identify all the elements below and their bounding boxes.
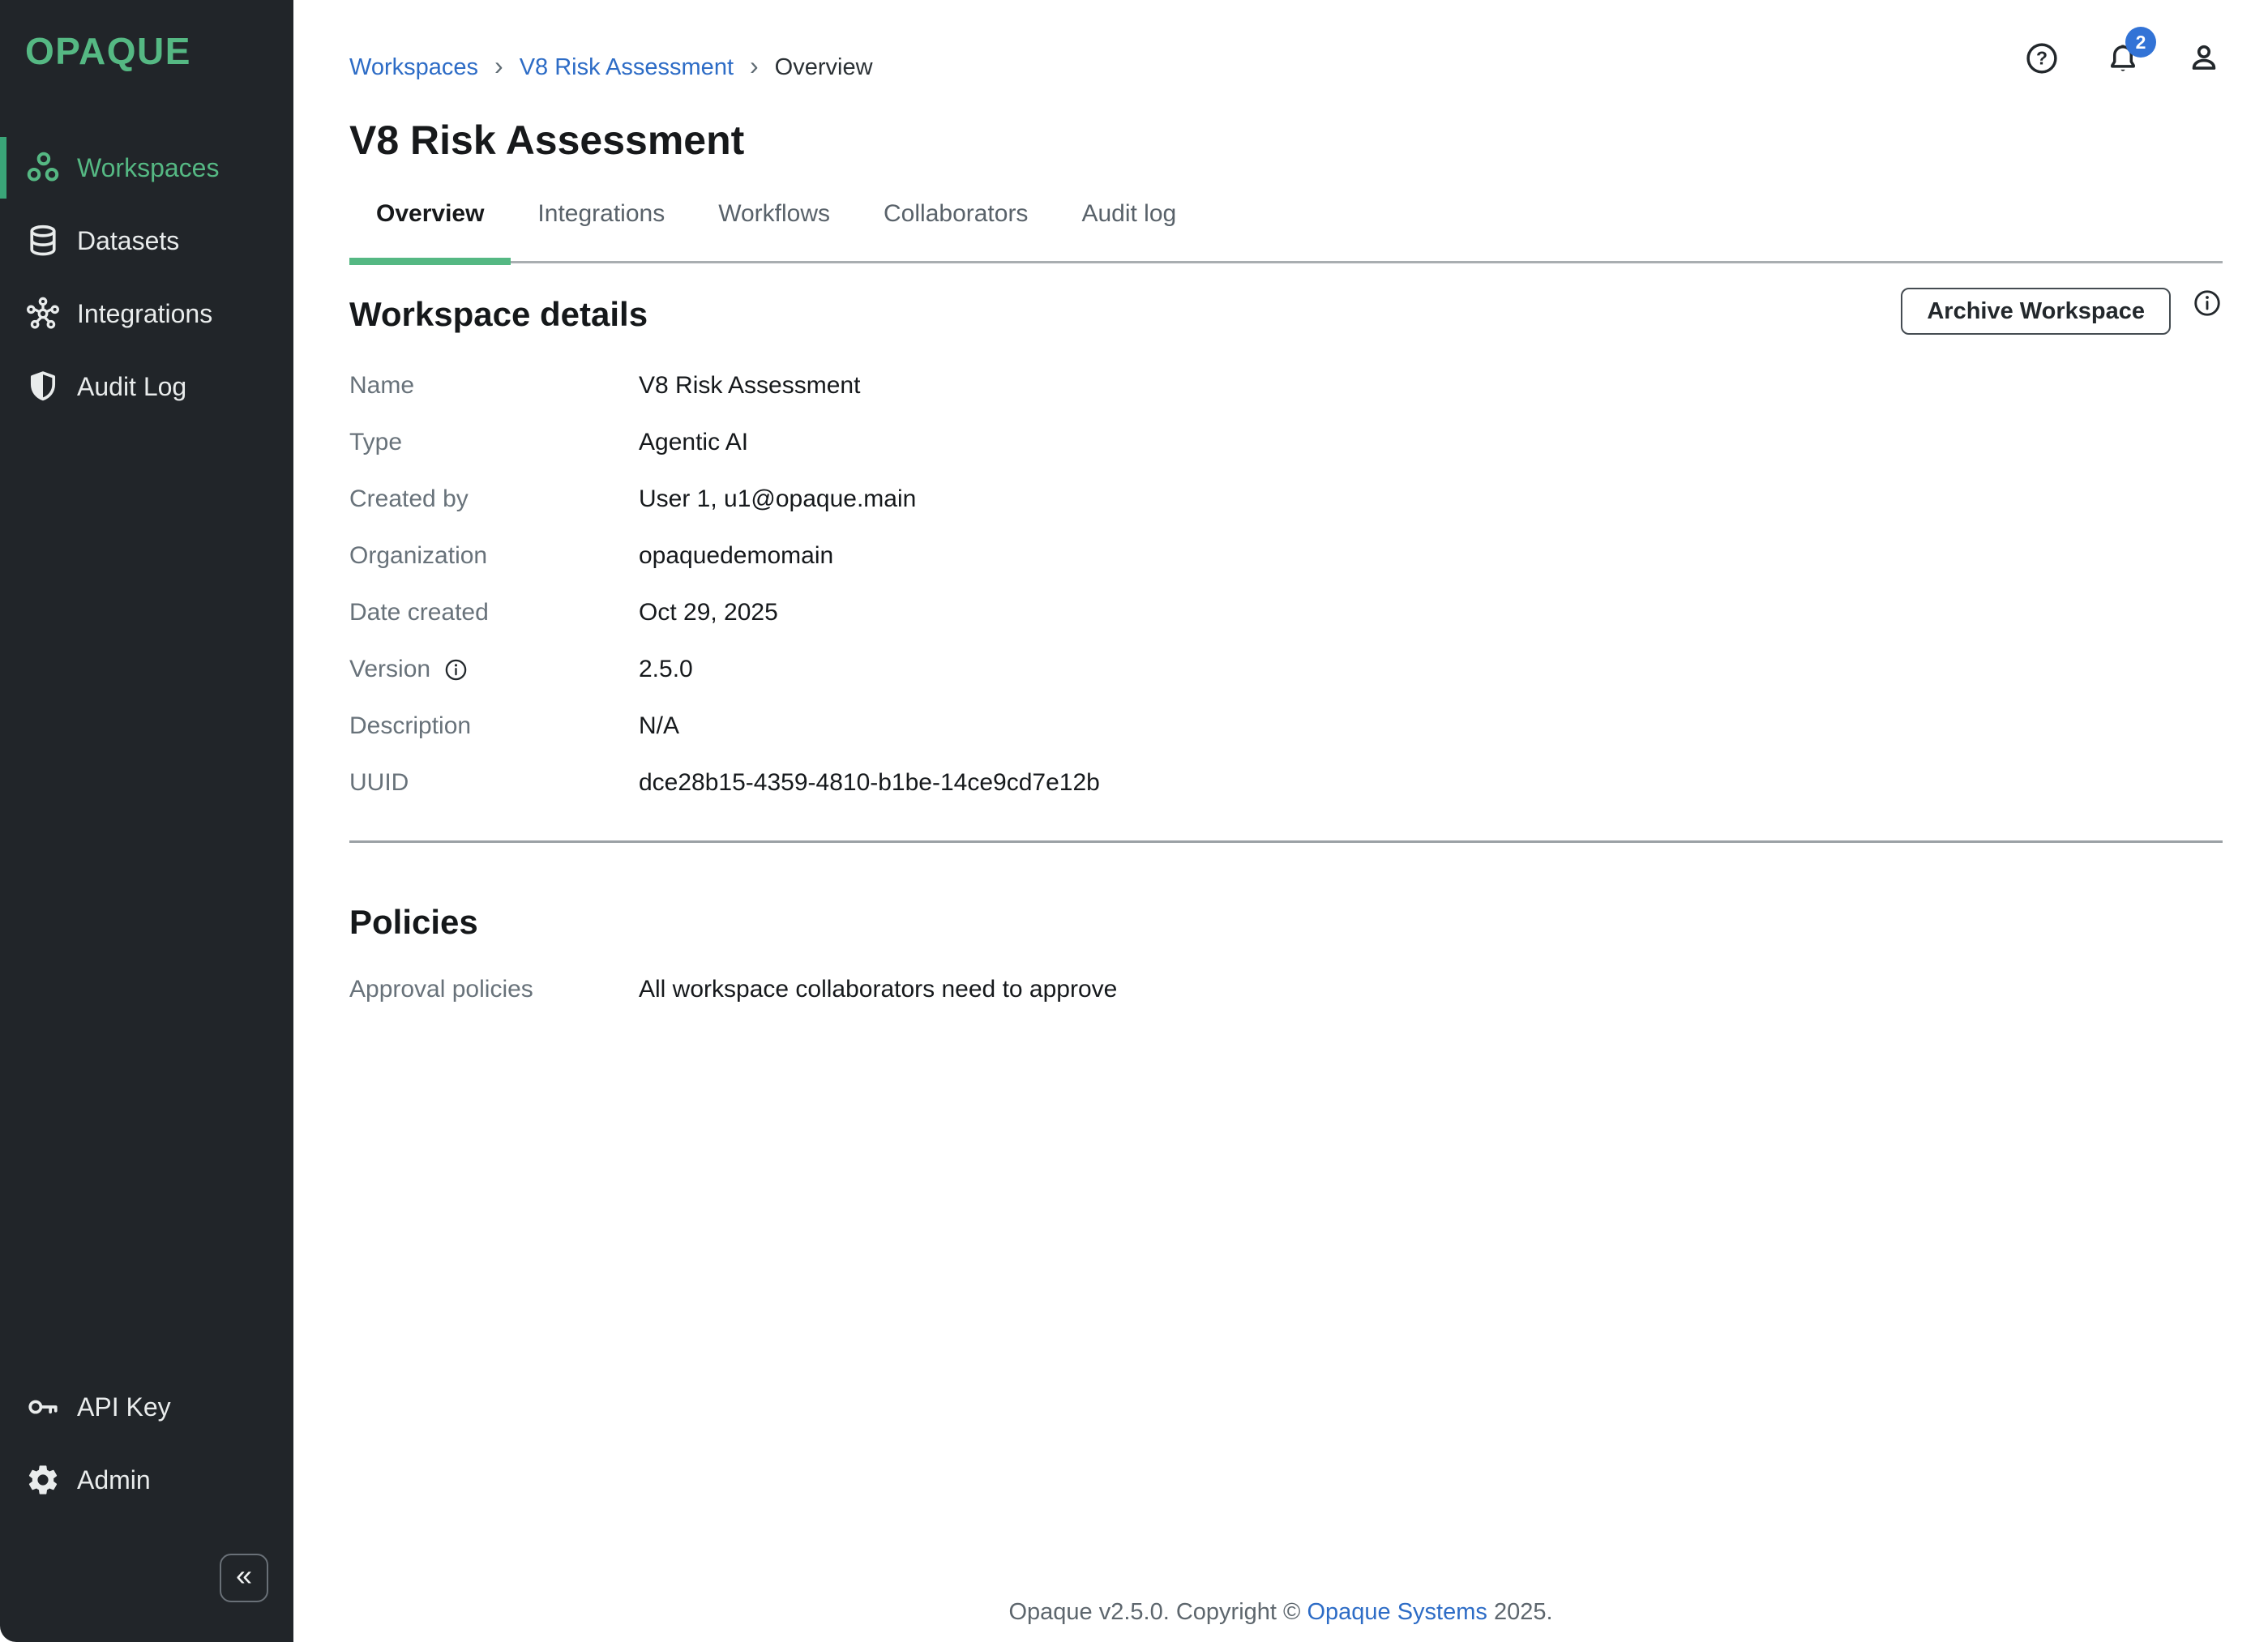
breadcrumb-workspaces-link[interactable]: Workspaces	[349, 54, 478, 81]
breadcrumb: Workspaces › V8 Risk Assessment › Overvi…	[349, 51, 873, 84]
version-info-button[interactable]	[443, 657, 469, 682]
detail-row-version: Version 2.5.0	[349, 641, 2223, 698]
detail-value: dce28b15-4359-4810-b1be-14ce9cd7e12b	[639, 769, 1100, 797]
tab-integrations[interactable]: Integrations	[511, 199, 691, 261]
datasets-icon	[25, 223, 61, 259]
detail-row-date-created: Date created Oct 29, 2025	[349, 584, 2223, 641]
breadcrumb-workspace-link[interactable]: V8 Risk Assessment	[520, 54, 734, 81]
workspaces-icon	[25, 150, 61, 186]
chevron-double-left-icon: «	[236, 1561, 252, 1590]
detail-label: Type	[349, 429, 639, 456]
workspace-details-title: Workspace details	[349, 294, 648, 335]
question-glyph: ?	[2036, 48, 2048, 69]
sidebar-item-label: API Key	[77, 1392, 171, 1422]
detail-value: 2.5.0	[639, 656, 693, 683]
sidebar-item-label: Datasets	[77, 226, 179, 256]
detail-label: Approval policies	[349, 976, 639, 1003]
detail-label-text: Version	[349, 656, 430, 683]
archive-info-button[interactable]	[2192, 288, 2223, 319]
detail-row-organization: Organization opaquedemomain	[349, 528, 2223, 584]
policies-title: Policies	[349, 901, 2223, 943]
tab-collaborators[interactable]: Collaborators	[857, 199, 1055, 261]
tab-overview[interactable]: Overview	[349, 199, 511, 261]
main-content: Workspaces › V8 Risk Assessment › Overvi…	[293, 0, 2268, 1642]
detail-row-name: Name V8 Risk Assessment	[349, 357, 2223, 414]
detail-value: N/A	[639, 712, 679, 740]
sidebar-spacer	[0, 423, 293, 1370]
notifications-button[interactable]: 2	[2104, 40, 2142, 77]
sidebar-item-admin[interactable]: Admin	[0, 1443, 293, 1516]
footer-text: Opaque v2.5.0. Copyright ©	[1008, 1599, 1307, 1625]
detail-row-uuid: UUID dce28b15-4359-4810-b1be-14ce9cd7e12…	[349, 755, 2223, 811]
gear-icon	[25, 1462, 61, 1498]
sidebar-item-label: Workspaces	[77, 153, 219, 183]
tab-audit-log[interactable]: Audit log	[1055, 199, 1203, 261]
secondary-nav: API Key Admin	[0, 1370, 293, 1516]
audit-log-icon	[25, 369, 61, 404]
top-actions: ? 2	[2023, 40, 2223, 77]
detail-value: opaquedemomain	[639, 542, 833, 570]
detail-value: V8 Risk Assessment	[639, 372, 860, 400]
help-button[interactable]: ?	[2023, 40, 2060, 77]
tab-workflows[interactable]: Workflows	[691, 199, 857, 261]
account-button[interactable]	[2185, 40, 2223, 77]
sidebar-item-integrations[interactable]: Integrations	[0, 277, 293, 350]
sidebar-item-label: Audit Log	[77, 372, 186, 402]
tab-bar: Overview Integrations Workflows Collabor…	[349, 199, 2223, 263]
archive-workspace-button[interactable]: Archive Workspace	[1901, 288, 2171, 335]
notification-badge: 2	[2125, 27, 2156, 58]
page-title: V8 Risk Assessment	[349, 117, 2223, 164]
opaque-systems-link[interactable]: Opaque Systems	[1307, 1599, 1487, 1625]
detail-value: All workspace collaborators need to appr…	[639, 976, 1117, 1003]
sidebar-item-api-key[interactable]: API Key	[0, 1370, 293, 1443]
collapse-row: «	[0, 1516, 293, 1642]
footer-text: 2025.	[1487, 1599, 1553, 1625]
detail-value: User 1, u1@opaque.main	[639, 485, 916, 513]
detail-value: Oct 29, 2025	[639, 599, 778, 626]
key-icon	[25, 1389, 61, 1425]
detail-label: Description	[349, 712, 639, 740]
chevron-right-icon: ›	[494, 51, 503, 84]
detail-row-created-by: Created by User 1, u1@opaque.main	[349, 471, 2223, 528]
detail-label: Name	[349, 372, 639, 400]
detail-label: UUID	[349, 769, 639, 797]
detail-label: Date created	[349, 599, 639, 626]
workspace-details-actions: Archive Workspace	[1901, 288, 2223, 335]
sidebar-item-workspaces[interactable]: Workspaces	[0, 131, 293, 204]
breadcrumb-current: Overview	[775, 54, 873, 81]
person-icon	[2186, 41, 2222, 76]
chevron-right-icon: ›	[750, 51, 759, 84]
sidebar-item-audit-log[interactable]: Audit Log	[0, 350, 293, 423]
detail-label: Version	[349, 656, 639, 683]
info-icon	[443, 657, 469, 682]
sidebar-item-label: Integrations	[77, 299, 212, 329]
sidebar-collapse-button[interactable]: «	[220, 1554, 268, 1602]
policies-list: Approval policies All workspace collabor…	[349, 961, 2223, 1018]
sidebar-item-label: Admin	[77, 1465, 151, 1495]
workspace-details-list: Name V8 Risk Assessment Type Agentic AI …	[349, 357, 2223, 811]
info-icon	[2192, 288, 2223, 319]
detail-row-type: Type Agentic AI	[349, 414, 2223, 471]
help-icon: ?	[2024, 41, 2060, 76]
detail-value: Agentic AI	[639, 429, 748, 456]
opaque-logo: OPAQUE	[25, 29, 293, 73]
detail-label: Created by	[349, 485, 639, 513]
primary-nav: Workspaces Datasets Integra	[0, 131, 293, 423]
sidebar-item-datasets[interactable]: Datasets	[0, 204, 293, 277]
workspace-details-header: Workspace details Archive Workspace	[349, 294, 2223, 335]
policy-row-approval: Approval policies All workspace collabor…	[349, 961, 2223, 1018]
integrations-icon	[25, 296, 61, 331]
top-bar: Workspaces › V8 Risk Assessment › Overvi…	[349, 36, 2223, 81]
detail-label: Organization	[349, 542, 639, 570]
footer: Opaque v2.5.0. Copyright © Opaque System…	[293, 1599, 2268, 1626]
detail-row-description: Description N/A	[349, 698, 2223, 755]
sidebar: OPAQUE Workspaces Datasets	[0, 0, 293, 1642]
section-divider	[349, 840, 2223, 843]
